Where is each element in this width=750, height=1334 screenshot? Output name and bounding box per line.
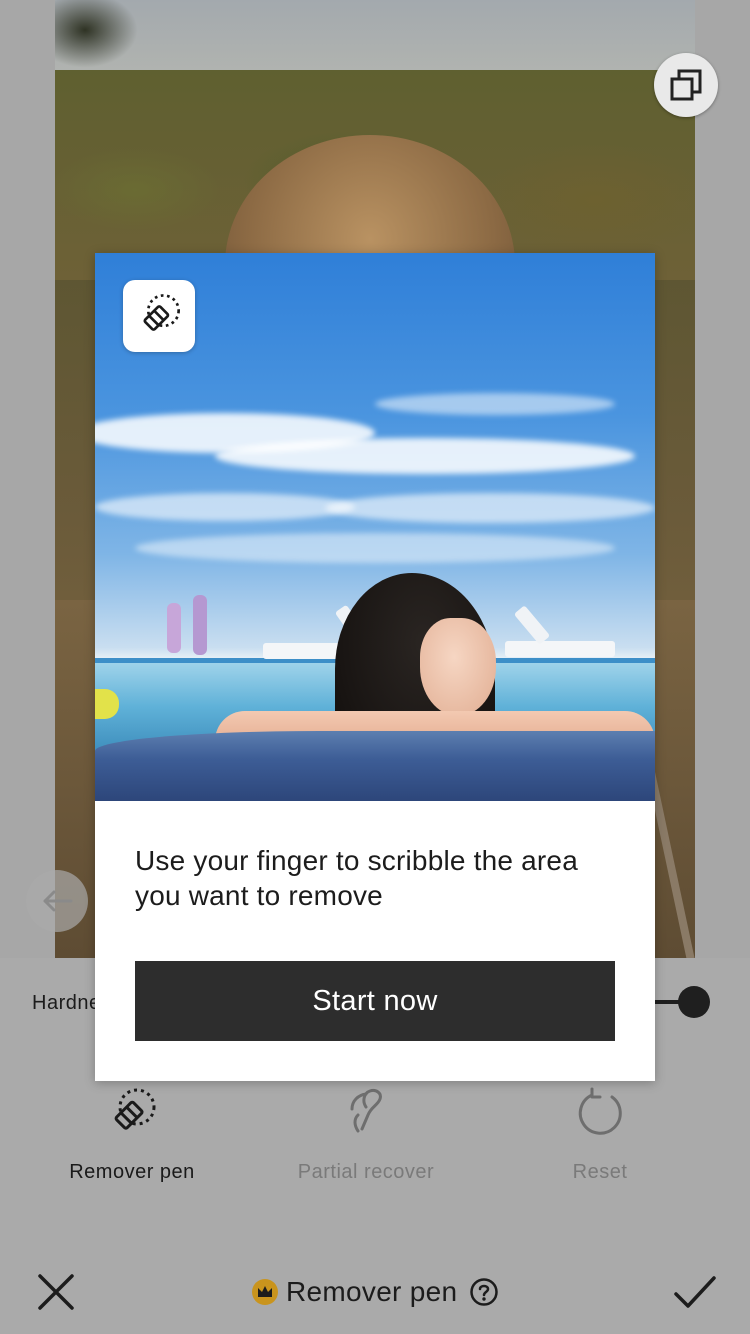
- dialog-instruction: Use your finger to scribble the area you…: [135, 845, 578, 911]
- start-now-button[interactable]: Start now: [135, 961, 615, 1041]
- remover-pen-icon: [143, 294, 180, 331]
- remover-pen-badge: [123, 280, 195, 352]
- tutorial-dialog: Use your finger to scribble the area you…: [95, 253, 655, 1081]
- tutorial-image: [95, 253, 655, 801]
